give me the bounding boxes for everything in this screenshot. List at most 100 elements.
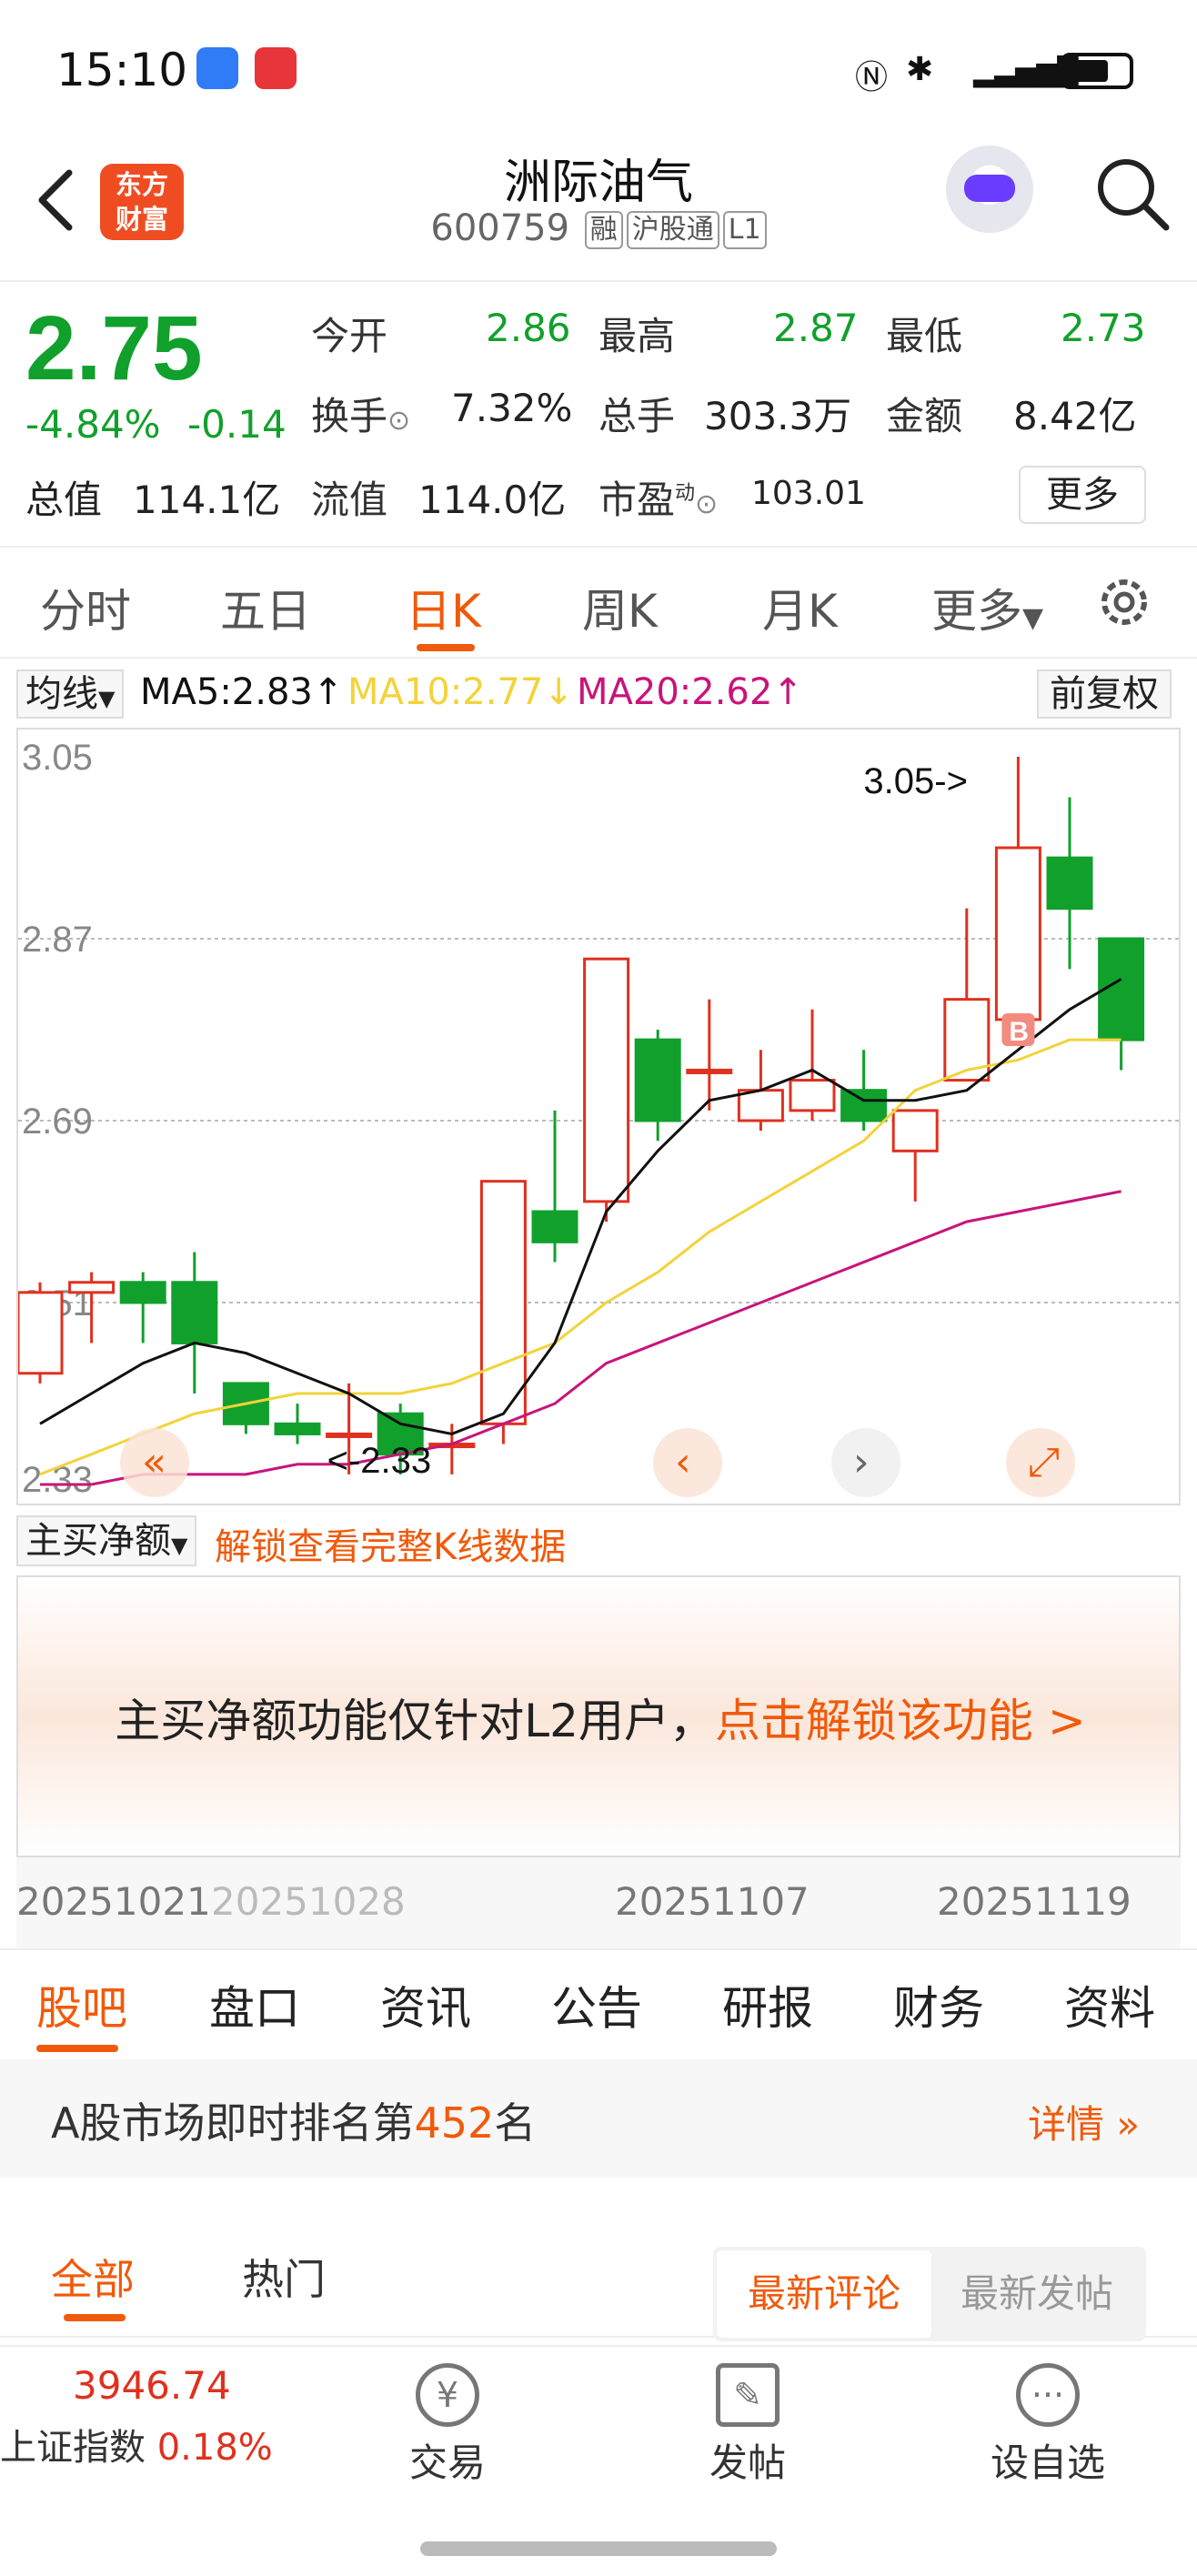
svg-text:⤢: ⤢ xyxy=(1028,1439,1060,1485)
min-price-annotation: <-2.33 xyxy=(327,1441,432,1481)
mktcap-value: 114.1亿 xyxy=(133,478,281,522)
yuan-trade-icon: ¥ xyxy=(416,2363,479,2427)
open-label: 今开 xyxy=(311,314,388,358)
tab-five-day[interactable]: 五日 xyxy=(220,575,311,640)
voice-app-icon xyxy=(196,47,238,89)
filter-all[interactable]: 全部 xyxy=(51,2247,135,2307)
watchlist-label: 设自选 xyxy=(990,2440,1105,2485)
tab-more[interactable]: 更多▼ xyxy=(931,575,1043,640)
clock: 15:10 xyxy=(56,44,188,96)
tab-forum[interactable]: 股吧 xyxy=(36,1972,127,2038)
max-price-annotation: 3.05-> xyxy=(863,761,968,801)
l2-notice: 主买净额功能仅针对L2用户，点击解锁该功能 > xyxy=(18,1685,1182,1750)
tab-weekly-k[interactable]: 周K xyxy=(582,575,658,640)
open-value: 2.86 xyxy=(486,306,571,350)
scroll-left-icon[interactable]: ‹ xyxy=(653,1428,722,1497)
status-bar: 15:10 Ⓝ ✱ ▂▃▅▆█ xyxy=(0,0,1197,136)
bluetooth-icon: ✱ xyxy=(906,51,934,88)
ma-selector[interactable]: 均线▼ xyxy=(16,669,125,719)
post-button[interactable]: ✎ 发帖 xyxy=(675,2363,820,2488)
candle-body xyxy=(686,1068,733,1074)
tab-profile[interactable]: 资料 xyxy=(1064,1972,1155,2038)
pe-value: 103.01 xyxy=(751,475,866,512)
tab-finance[interactable]: 财务 xyxy=(893,1972,984,2038)
float-label: 流值 xyxy=(311,478,388,522)
low-label: 最低 xyxy=(886,314,963,358)
index-name[interactable]: 上证指数 0.18% xyxy=(0,2418,273,2470)
add-watchlist-button[interactable]: ··· 设自选 xyxy=(975,2363,1121,2488)
tab-order-book[interactable]: 盘口 xyxy=(209,1972,300,2038)
candle-body xyxy=(531,1210,578,1243)
l2-notice-box: 主买净额功能仅针对L2用户，点击解锁该功能 > xyxy=(16,1575,1181,1857)
scroll-right-icon[interactable]: › xyxy=(831,1428,900,1497)
tab-news[interactable]: 资讯 xyxy=(380,1972,471,2038)
current-price: 2.75 xyxy=(25,297,203,399)
tab-intraday[interactable]: 分时 xyxy=(40,575,131,640)
unlock-kline-link[interactable]: 解锁查看完整K线数据 xyxy=(215,1517,566,1570)
scroll-far-left-icon[interactable]: « xyxy=(120,1428,189,1497)
filter-hot[interactable]: 热门 xyxy=(242,2247,326,2307)
date-label: 20251028 xyxy=(211,1879,406,1924)
active-tab-indicator xyxy=(417,644,475,651)
battery-icon xyxy=(1061,53,1133,89)
rank-details-link[interactable]: 详情 » xyxy=(1028,2094,1140,2149)
music-app-icon xyxy=(255,47,297,89)
trade-button[interactable]: ¥ 交易 xyxy=(375,2363,520,2488)
candle-body xyxy=(737,1089,784,1122)
content-tabs: 股吧 盘口 资讯 公告 研报 财务 资料 xyxy=(0,1948,1197,2059)
search-icon[interactable] xyxy=(1091,153,1173,235)
kline-chart[interactable]: 3.052.872.692.512.333.05-><-2.33B«‹›⤢ xyxy=(16,728,1181,1505)
expand-chart-icon[interactable]: ⤢ xyxy=(1006,1428,1075,1497)
y-tick-label: 3.05 xyxy=(22,738,93,778)
post-label: 发帖 xyxy=(709,2440,786,2485)
tab-research[interactable]: 研报 xyxy=(722,1972,813,2038)
amount-label: 金额 xyxy=(886,394,963,438)
rank-bar[interactable]: A股市场即时排名第452名 详情 » xyxy=(0,2059,1197,2178)
svg-text:‹: ‹ xyxy=(675,1439,691,1485)
change-pct: -4.84% xyxy=(25,402,161,447)
kline-svg: 3.052.872.692.512.333.05-><-2.33B«‹›⤢ xyxy=(16,738,1179,1500)
volume-label: 总手 xyxy=(598,394,676,438)
ma-legend-row: 均线▼ MA5:2.83↑ MA10:2.77↓ MA20:2.62↑ 前复权 xyxy=(0,662,1197,722)
tab-monthly-k[interactable]: 月K xyxy=(762,575,838,640)
l2-unlock-link[interactable]: 点击解锁该功能 > xyxy=(715,1695,1086,1747)
high-value: 2.87 xyxy=(773,306,859,350)
adjust-button[interactable]: 前复权 xyxy=(1037,669,1172,719)
sort-latest-post[interactable]: 最新发帖 xyxy=(931,2250,1142,2338)
quote-panel: 2.75 -4.84% -0.14 总值 114.1亿 今开 2.86 最高 2… xyxy=(0,284,1197,548)
candle-body xyxy=(479,1180,527,1425)
more-button[interactable]: 更多 xyxy=(1019,466,1146,524)
candle-body xyxy=(171,1281,218,1344)
volume-value: 303.3万 xyxy=(704,394,852,438)
date-label: 20251021 xyxy=(16,1879,211,1924)
settings-gear-icon[interactable] xyxy=(1095,573,1153,631)
candle-body xyxy=(68,1281,116,1294)
trade-label: 交易 xyxy=(408,2440,486,2485)
sort-latest-comment[interactable]: 最新评论 xyxy=(717,2250,931,2338)
tag-margin: 融 xyxy=(584,211,623,249)
svg-text:›: › xyxy=(853,1439,870,1485)
turnover-value: 7.32% xyxy=(451,386,573,430)
home-indicator[interactable] xyxy=(420,2541,777,2556)
high-label: 最高 xyxy=(598,314,676,358)
index-value[interactable]: 3946.74 xyxy=(73,2363,231,2408)
candle-body xyxy=(891,1109,939,1152)
assistant-robot-icon[interactable] xyxy=(946,146,1033,233)
pe-label[interactable]: 市盈动⊙ xyxy=(598,469,718,525)
edit-icon: ✎ xyxy=(716,2363,780,2427)
svg-text:«: « xyxy=(142,1439,166,1485)
nfc-icon: Ⓝ xyxy=(855,59,889,96)
tab-announcements[interactable]: 公告 xyxy=(551,1972,642,2038)
change-amt: -0.14 xyxy=(187,402,287,447)
y-tick-label: 2.33 xyxy=(22,1460,93,1500)
tag-level: L1 xyxy=(722,211,767,249)
active-tab-indicator xyxy=(36,2045,118,2052)
candle-body xyxy=(326,1432,373,1438)
net-flow-selector[interactable]: 主买净额▼ xyxy=(16,1515,197,1566)
date-axis: 20251021 20251028 20251107 20251119 xyxy=(16,1857,1181,1948)
period-tabs: 分时 五日 日K 周K 月K 更多▼ xyxy=(0,549,1197,659)
turnover-label[interactable]: 换手⊙ xyxy=(311,386,410,441)
amount-value: 8.42亿 xyxy=(1013,394,1137,438)
tab-daily-k[interactable]: 日K xyxy=(406,575,481,640)
double-chevron-icon: » xyxy=(1116,2102,1141,2147)
